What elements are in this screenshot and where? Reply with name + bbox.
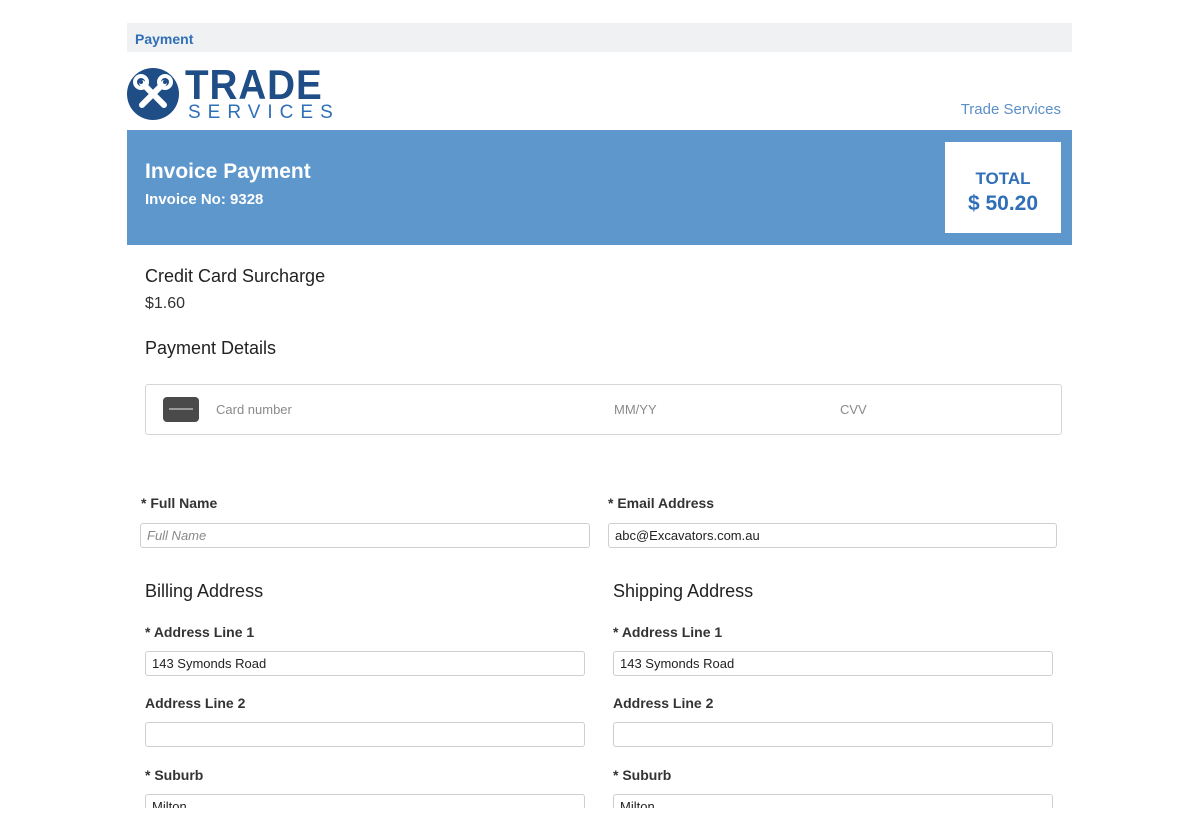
invoice-title: Invoice Payment xyxy=(145,160,311,183)
shipping-line2-label: Address Line 2 xyxy=(613,695,714,711)
shipping-heading: Shipping Address xyxy=(613,581,754,601)
shipping-line2-input[interactable] xyxy=(613,722,1053,747)
email-input[interactable]: abc@Excavators.com.au xyxy=(608,523,1057,548)
billing-line2-label: Address Line 2 xyxy=(145,695,246,711)
total-amount: $ 50.20 xyxy=(967,192,1039,215)
shipping-line1-input[interactable]: 143 Symonds Road xyxy=(613,651,1053,676)
card-number-input[interactable]: Card number xyxy=(216,402,292,417)
tools-icon xyxy=(127,68,179,120)
brand-header: TRADE SERVICES Trade Services xyxy=(127,52,1072,130)
total-box: TOTAL $ 50.20 xyxy=(945,142,1061,233)
full-name-input[interactable]: Full Name xyxy=(140,523,590,548)
full-name-label: * Full Name xyxy=(141,495,218,511)
total-label: TOTAL xyxy=(975,169,1031,188)
surcharge-amount: $1.60 xyxy=(145,295,186,312)
email-label: * Email Address xyxy=(608,495,715,511)
billing-suburb-input[interactable]: Milton xyxy=(145,794,585,808)
trade-services-link[interactable]: Trade Services xyxy=(961,101,1061,118)
logo-wordmark: TRADE xyxy=(185,61,323,108)
invoice-banner: Invoice Payment Invoice No: 9328 TOTAL $… xyxy=(127,130,1072,245)
shipping-suburb-label: * Suburb xyxy=(613,767,672,783)
billing-line1-label: * Address Line 1 xyxy=(145,624,255,640)
billing-line2-input[interactable] xyxy=(145,722,585,747)
billing-line1-input[interactable]: 143 Symonds Road xyxy=(145,651,585,676)
tab-payment[interactable]: Payment xyxy=(135,31,193,47)
invoice-number: Invoice No: 9328 xyxy=(145,191,264,208)
billing-suburb-label: * Suburb xyxy=(145,767,204,783)
payment-details-heading: Payment Details xyxy=(145,338,277,358)
trade-services-logo: TRADE SERVICES xyxy=(127,61,333,122)
surcharge-heading: Credit Card Surcharge xyxy=(145,266,326,286)
shipping-suburb-input[interactable]: Milton xyxy=(613,794,1053,808)
tab-bar: Payment xyxy=(127,23,1072,52)
payment-page: Payment TRADE SERVICES Trade Services In… xyxy=(127,23,1072,808)
credit-card-icon xyxy=(163,397,199,422)
logo-subtitle: SERVICES xyxy=(188,102,340,123)
card-expiry-input[interactable]: MM/YY xyxy=(614,402,657,417)
shipping-line1-label: * Address Line 1 xyxy=(613,624,723,640)
card-cvv-input[interactable]: CVV xyxy=(840,402,867,417)
card-input-group: Card number MM/YY CVV xyxy=(145,384,1062,435)
billing-heading: Billing Address xyxy=(145,581,264,601)
